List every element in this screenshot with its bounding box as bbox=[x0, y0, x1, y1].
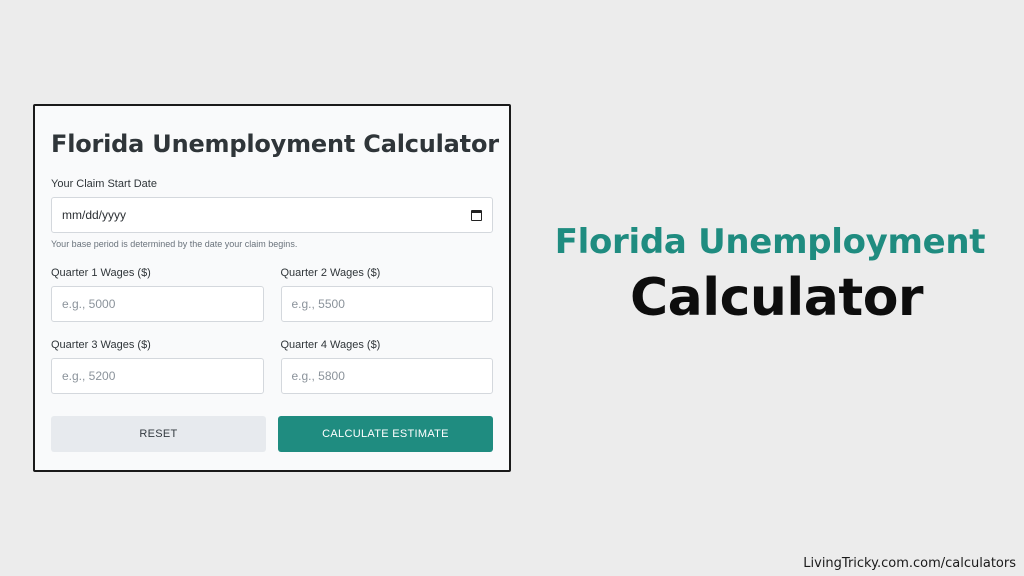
quarter-2-label: Quarter 2 Wages ($) bbox=[280, 267, 381, 279]
quarter-2-field: Quarter 2 Wages ($) e.g., 5500 bbox=[280, 267, 493, 322]
start-date-help: Your base period is determined by the da… bbox=[51, 239, 298, 249]
quarter-3-placeholder: e.g., 5200 bbox=[62, 369, 116, 383]
quarter-4-field: Quarter 4 Wages ($) e.g., 5800 bbox=[280, 339, 493, 394]
quarter-3-label: Quarter 3 Wages ($) bbox=[51, 339, 151, 351]
quarter-2-placeholder: e.g., 5500 bbox=[291, 297, 345, 311]
quarter-1-input[interactable]: e.g., 5000 bbox=[51, 286, 264, 322]
quarter-1-placeholder: e.g., 5000 bbox=[62, 297, 116, 311]
quarter-4-label: Quarter 4 Wages ($) bbox=[280, 339, 381, 351]
source-credit: LivingTricky.com.com/calculators bbox=[803, 556, 1016, 571]
quarter-3-input[interactable]: e.g., 5200 bbox=[51, 358, 264, 394]
hero-title-line-1: Florida Unemployment bbox=[554, 222, 986, 262]
page: Florida Unemployment Calculator Your Cla… bbox=[0, 0, 1024, 576]
reset-button[interactable]: RESET bbox=[51, 416, 266, 452]
quarter-1-label: Quarter 1 Wages ($) bbox=[51, 267, 151, 279]
calendar-icon[interactable] bbox=[471, 209, 482, 221]
start-date-input[interactable]: mm/dd/yyyy bbox=[51, 197, 493, 233]
action-buttons: RESET CALCULATE ESTIMATE bbox=[51, 416, 493, 452]
quarter-wages-grid: Quarter 1 Wages ($) e.g., 5000 Quarter 2… bbox=[51, 267, 493, 394]
hero-heading: Florida Unemployment Calculator bbox=[520, 222, 1020, 328]
quarter-3-field: Quarter 3 Wages ($) e.g., 5200 bbox=[51, 339, 264, 394]
start-date-value: mm/dd/yyyy bbox=[62, 208, 127, 222]
start-date-label: Your Claim Start Date bbox=[51, 178, 157, 190]
quarter-4-placeholder: e.g., 5800 bbox=[291, 369, 345, 383]
calculator-title: Florida Unemployment Calculator bbox=[51, 130, 499, 158]
calculate-estimate-button[interactable]: CALCULATE ESTIMATE bbox=[278, 416, 493, 452]
quarter-4-input[interactable]: e.g., 5800 bbox=[280, 358, 493, 394]
hero-title-line-2: Calculator bbox=[630, 268, 924, 328]
quarter-1-field: Quarter 1 Wages ($) e.g., 5000 bbox=[51, 267, 264, 322]
calculator-card: Florida Unemployment Calculator Your Cla… bbox=[33, 104, 511, 472]
quarter-2-input[interactable]: e.g., 5500 bbox=[280, 286, 493, 322]
